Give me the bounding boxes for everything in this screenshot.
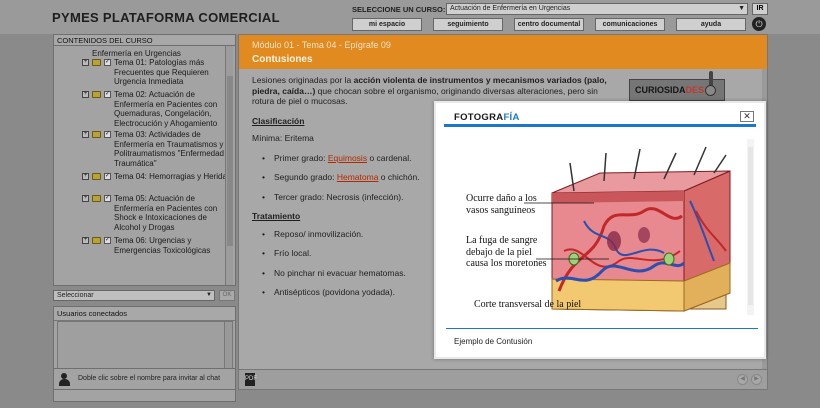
chevron-down-icon: ▼: [738, 5, 745, 12]
expand-icon[interactable]: +: [82, 131, 89, 138]
figure-label-bruise: La fuga de sangre debajo de la piel caus…: [466, 235, 547, 269]
ok-button[interactable]: OK: [219, 290, 235, 301]
expand-icon[interactable]: +: [82, 237, 89, 244]
figure-label-vessels: Ocurre daño a los vasos sanguíneos: [466, 193, 537, 216]
scroll-thumb[interactable]: [227, 76, 233, 246]
nav-ayuda-button[interactable]: ayuda: [676, 18, 746, 31]
tree-select[interactable]: Seleccionar ▼: [53, 290, 215, 301]
skin-cross-section-illustration: [524, 146, 731, 312]
expand-icon[interactable]: +: [82, 91, 89, 98]
course-select-label: SELECCIONE UN CURSO:: [352, 5, 446, 14]
expand-icon[interactable]: +: [82, 173, 89, 180]
pin-head-icon: [705, 85, 716, 96]
popup-title-accent: FÍA: [503, 112, 520, 123]
expand-icon[interactable]: +: [82, 195, 89, 202]
folder-icon: [92, 173, 101, 180]
checkbox-icon[interactable]: ✓: [104, 91, 111, 98]
go-button[interactable]: IR: [752, 3, 768, 15]
course-select-value: Actuación de Enfermería en Urgencias: [450, 5, 571, 12]
connected-users-title: Usuarios conectados: [54, 307, 235, 321]
chat-hint-text: Doble clic sobre el nombre para invitar …: [78, 375, 221, 382]
popup-title-text: FOTOGRA: [454, 112, 504, 123]
pdf-icon[interactable]: PDF: [245, 373, 257, 386]
equimosis-link[interactable]: Equimosis: [328, 153, 367, 163]
photo-popup: FOTOGRAFÍA ✕ Ocurre daño a los vasos san…: [434, 101, 766, 359]
folder-icon: [92, 91, 101, 98]
tree-root-item[interactable]: Enfermería en Urgencias: [92, 49, 181, 58]
left-sidebar: CONTENIDOS DEL CURSO Enfermería en Urgen…: [53, 34, 236, 402]
close-button[interactable]: ✕: [740, 111, 754, 122]
tree-item-tema-01[interactable]: + ✓ Tema 01: Patologías más Frecuentes q…: [82, 58, 232, 87]
chat-hint: Doble clic sobre el nombre para invitar …: [53, 368, 236, 390]
nav-centro-documental-button[interactable]: centro documental: [514, 18, 584, 31]
checkbox-icon[interactable]: ✓: [104, 59, 111, 66]
tree-item-tema-02[interactable]: + ✓ Tema 02: Actuación de Enfermería en …: [82, 90, 232, 128]
grado1-text-end: o cardenal.: [367, 152, 412, 163]
user-icon: [59, 373, 70, 386]
top-header: PYMES PLATAFORMA COMERCIAL SELECCIONE UN…: [0, 0, 820, 34]
hematoma-link[interactable]: Hematoma: [337, 172, 379, 182]
chevron-down-icon: ▼: [206, 292, 212, 298]
folder-icon: [92, 59, 101, 66]
nav-seguimiento-button[interactable]: seguimiento: [433, 18, 503, 31]
prev-page-icon[interactable]: ◀: [737, 374, 748, 385]
popup-image: Ocurre daño a los vasos sanguíneos La fu…: [444, 131, 756, 321]
nav-mi-espacio-button[interactable]: mi espacio: [352, 18, 422, 31]
checkbox-icon[interactable]: ✓: [104, 195, 111, 202]
expand-icon[interactable]: +: [82, 59, 89, 66]
popup-caption: Ejemplo de Contusión: [454, 337, 533, 346]
course-select[interactable]: Actuación de Enfermería en Urgencias ▼: [446, 3, 748, 15]
grado2-text-end: o chichón.: [378, 172, 420, 182]
folder-icon: [92, 195, 101, 202]
curiosidades-label: CURIOSIDA: [635, 85, 686, 95]
folder-icon: [92, 131, 101, 138]
page-title: Contusiones: [252, 54, 313, 65]
course-tree: Enfermería en Urgencias + ✓ Tema 01: Pat…: [53, 46, 236, 286]
tree-item-tema-03[interactable]: + ✓ Tema 03: Actividades de Enfermería e…: [82, 130, 232, 168]
curiosidades-label-accent: DES: [685, 85, 705, 95]
power-icon[interactable]: ⏻: [752, 17, 766, 31]
caption-divider: [446, 328, 758, 329]
tree-item-tema-05[interactable]: + ✓ Tema 05: Actuación de Enfermería en …: [82, 194, 232, 232]
grado1-text: Primer grado:: [274, 152, 328, 163]
breadcrumb: Módulo 01 - Tema 04 - Epígrafe 09: [252, 40, 391, 50]
nav-comunicaciones-button[interactable]: comunicaciones: [595, 18, 665, 31]
tree-scrollbar[interactable]: [225, 46, 233, 285]
checkbox-icon[interactable]: ✓: [104, 173, 111, 180]
intro-text: Lesiones originadas por la: [252, 75, 354, 85]
next-page-icon[interactable]: ▶: [751, 374, 762, 385]
figure-label-cross-section: Corte transversal de la piel: [474, 299, 582, 310]
popup-header: FOTOGRAFÍA ✕: [444, 109, 756, 127]
checkbox-icon[interactable]: ✓: [104, 131, 111, 138]
popup-scroll-thumb[interactable]: [748, 147, 753, 305]
tree-item-tema-04[interactable]: + ✓ Tema 04: Hemorragias y Heridas: [82, 172, 232, 182]
grado2-text: Segundo grado:: [274, 172, 337, 182]
brand-title: PYMES PLATAFORMA COMERCIAL: [52, 10, 280, 25]
folder-icon: [92, 237, 101, 244]
lesson-footer: PDF ◀ ▶: [239, 369, 767, 389]
popup-scrollbar[interactable]: [747, 139, 754, 315]
popup-title: FOTOGRAFÍA: [454, 112, 520, 123]
tree-select-value: Seleccionar: [57, 292, 94, 299]
tree-item-tema-06[interactable]: + ✓ Tema 06: Urgencias y Emergencias Tox…: [82, 236, 232, 255]
course-contents-title: CONTENIDOS DEL CURSO: [53, 34, 236, 46]
checkbox-icon[interactable]: ✓: [104, 237, 111, 244]
